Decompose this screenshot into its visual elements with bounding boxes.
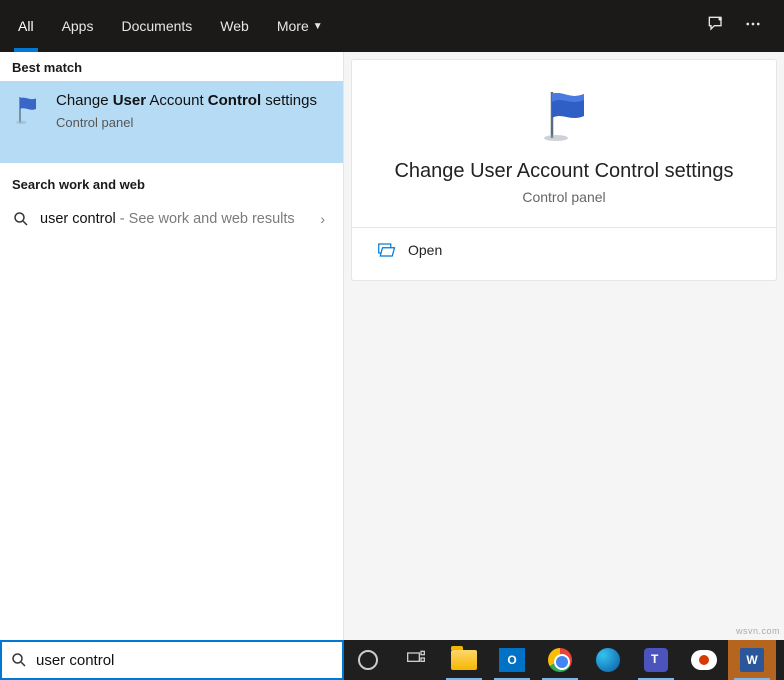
web-suggestion[interactable]: user control - See work and web results … bbox=[0, 200, 343, 238]
results-panel: Best match Change User Account Control s… bbox=[0, 52, 344, 640]
open-action[interactable]: Open bbox=[374, 228, 754, 258]
word-icon: W bbox=[740, 648, 764, 672]
tab-web[interactable]: Web bbox=[206, 0, 263, 52]
uac-flag-icon bbox=[12, 93, 44, 125]
search-work-web-header: Search work and web bbox=[0, 163, 343, 200]
tab-more-label: More bbox=[277, 18, 309, 34]
cortana-button[interactable] bbox=[344, 640, 392, 680]
suggestion-text: user control - See work and web results bbox=[40, 211, 295, 227]
chevron-down-icon: ▼ bbox=[313, 21, 323, 32]
taskbar: O W bbox=[344, 640, 784, 680]
result-subtitle: Control panel bbox=[56, 115, 331, 130]
search-input[interactable] bbox=[36, 652, 334, 669]
teams-button[interactable] bbox=[632, 640, 680, 680]
tab-all[interactable]: All bbox=[4, 0, 48, 52]
word-button[interactable]: W bbox=[728, 640, 776, 680]
tab-more[interactable]: More ▼ bbox=[263, 0, 337, 52]
edge-button[interactable] bbox=[584, 640, 632, 680]
app-button[interactable] bbox=[680, 640, 728, 680]
preview-subtitle: Control panel bbox=[374, 189, 754, 205]
search-scope-tabs: All Apps Documents Web More ▼ bbox=[0, 0, 784, 52]
eye-icon bbox=[691, 650, 717, 670]
outlook-button[interactable]: O bbox=[488, 640, 536, 680]
best-match-header: Best match bbox=[0, 52, 343, 81]
teams-icon bbox=[644, 648, 668, 672]
open-label: Open bbox=[408, 242, 442, 258]
chevron-right-icon: › bbox=[320, 211, 325, 227]
search-icon bbox=[12, 210, 30, 228]
preview-title: Change User Account Control settings bbox=[374, 160, 754, 183]
task-view-button[interactable] bbox=[392, 640, 440, 680]
open-icon bbox=[378, 243, 396, 257]
search-box[interactable] bbox=[0, 640, 344, 680]
result-title: Change User Account Control settings bbox=[56, 91, 331, 111]
cortana-icon bbox=[358, 650, 378, 670]
chrome-icon bbox=[548, 648, 572, 672]
best-match-result[interactable]: Change User Account Control settings Con… bbox=[0, 81, 343, 163]
preview-panel: Change User Account Control settings Con… bbox=[344, 52, 784, 640]
chrome-button[interactable] bbox=[536, 640, 584, 680]
uac-flag-icon-large bbox=[532, 88, 596, 144]
edge-icon bbox=[596, 648, 620, 672]
ellipsis-icon[interactable] bbox=[744, 15, 762, 38]
search-icon bbox=[10, 651, 28, 669]
outlook-icon: O bbox=[499, 648, 525, 672]
tab-documents[interactable]: Documents bbox=[107, 0, 206, 52]
tab-apps[interactable]: Apps bbox=[48, 0, 108, 52]
watermark: wsvn.com bbox=[736, 626, 780, 636]
folder-icon bbox=[451, 650, 477, 670]
task-view-icon bbox=[406, 648, 426, 673]
file-explorer-button[interactable] bbox=[440, 640, 488, 680]
preview-card: Change User Account Control settings Con… bbox=[352, 60, 776, 280]
feedback-icon[interactable] bbox=[706, 14, 726, 39]
